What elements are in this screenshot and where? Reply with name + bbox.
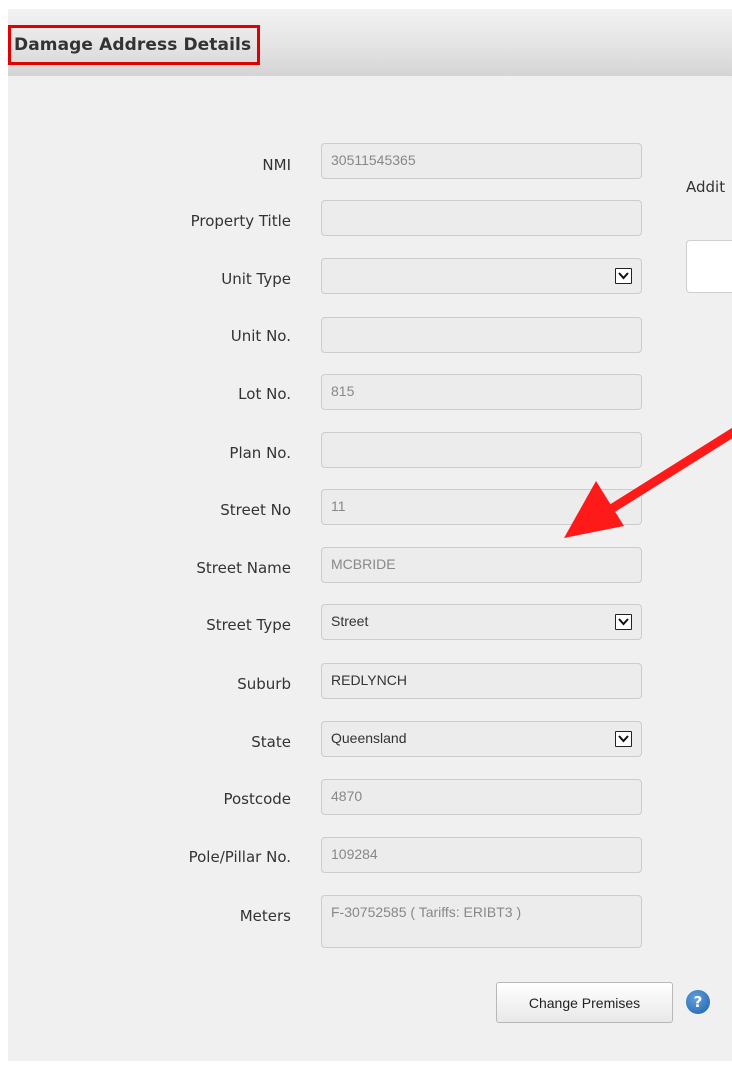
additional-label: Addit: [686, 178, 726, 196]
chevron-down-icon[interactable]: [615, 268, 632, 284]
unit-no-field[interactable]: [321, 317, 642, 353]
suburb-field[interactable]: REDLYNCH: [321, 663, 642, 699]
panel-header: Damage Address Details: [8, 9, 732, 76]
state-label: State: [251, 733, 291, 751]
help-icon[interactable]: ?: [686, 990, 710, 1014]
plan-no-field[interactable]: [321, 432, 642, 468]
lot-no-field[interactable]: 815: [321, 374, 642, 410]
state-select[interactable]: Queensland: [321, 721, 642, 757]
street-name-field[interactable]: MCBRIDE: [321, 547, 642, 583]
unit-type-select[interactable]: [321, 258, 642, 294]
change-premises-button[interactable]: Change Premises: [496, 982, 673, 1023]
meters-field[interactable]: F-30752585 ( Tariffs: ERIBT3 ): [321, 895, 642, 948]
section-title: Damage Address Details: [14, 35, 252, 55]
street-name-label: Street Name: [196, 559, 291, 577]
property-title-field[interactable]: [321, 200, 642, 236]
street-no-field[interactable]: 11: [321, 489, 642, 525]
nmi-label: NMI: [262, 156, 291, 174]
street-type-select[interactable]: Street: [321, 604, 642, 640]
suburb-label: Suburb: [237, 675, 291, 693]
pole-pillar-label: Pole/Pillar No.: [188, 848, 291, 866]
property-title-label: Property Title: [190, 212, 291, 230]
additional-field[interactable]: [686, 240, 732, 293]
meters-label: Meters: [239, 907, 291, 925]
postcode-label: Postcode: [223, 790, 291, 808]
nmi-field[interactable]: 30511545365: [321, 143, 642, 179]
street-no-label: Street No: [220, 501, 291, 519]
pole-pillar-field[interactable]: 109284: [321, 837, 642, 873]
chevron-down-icon[interactable]: [615, 614, 632, 630]
chevron-down-icon[interactable]: [615, 731, 632, 747]
lot-no-label: Lot No.: [238, 385, 291, 403]
unit-no-label: Unit No.: [230, 327, 291, 345]
plan-no-label: Plan No.: [229, 444, 291, 462]
street-type-label: Street Type: [206, 616, 291, 634]
postcode-field[interactable]: 4870: [321, 779, 642, 815]
street-type-value: Street: [331, 613, 369, 629]
title-highlight-box: Damage Address Details: [8, 25, 261, 65]
unit-type-label: Unit Type: [221, 270, 291, 288]
state-value: Queensland: [331, 730, 407, 746]
